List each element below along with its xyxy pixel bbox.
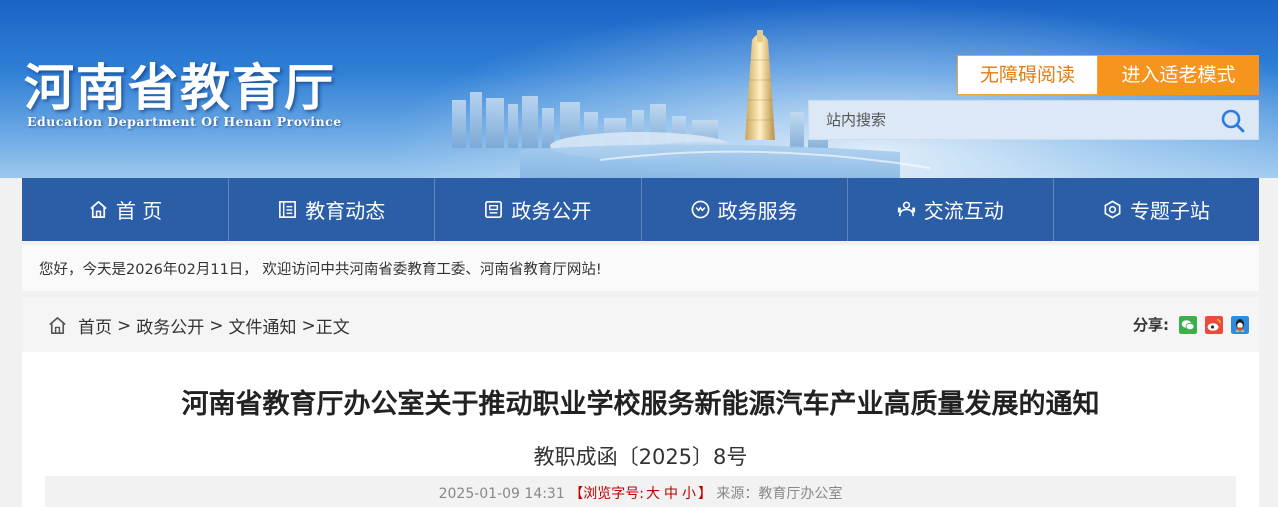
qq-icon[interactable] [1231,315,1249,334]
article-document-number: 教职成函〔2025〕8号 [533,445,748,469]
breadcrumb: 首页 > 政务公开 > 文件通知 > 正文 [47,313,350,338]
document-icon [485,201,503,218]
article-datetime: 2025-01-09 14:31 [438,486,565,502]
breadcrumb-separator: > [301,315,316,336]
site-logo-subtitle: Education Department Of Henan Province [27,114,342,129]
site-search-box [808,100,1259,140]
article-source: 来源：教育厅办公室 [716,486,843,502]
wechat-icon[interactable] [1179,315,1197,334]
font-size-label: 【浏览字号: [569,486,644,502]
search-input[interactable] [809,101,1209,139]
breadcrumb-current: 正文 [315,318,350,338]
font-size-control: 【浏览字号: 大中小】 [569,486,716,502]
article-meta-bar: 2025-01-09 14:31 【浏览字号: 大中小】 来源：教育厅办公室 [45,476,1236,507]
nav-item-government-affairs-open[interactable]: 政务公开 [434,178,640,241]
nav-item-special-subsites[interactable]: 专题子站 [1052,178,1259,241]
article-content: 河南省教育厅办公室关于推动职业学校服务新能源汽车产业高质量发展的通知 教职成函〔… [22,352,1259,507]
elder-mode-button[interactable]: 进入适老模式 [1098,55,1259,95]
font-size-medium-button[interactable]: 中 [664,486,678,502]
font-size-label-end: 】 [697,486,712,502]
breadcrumb-bar: 首页 > 政务公开 > 文件通知 > 正文 分享: [22,297,1259,352]
interaction-icon [897,201,915,217]
header-banner: 河南省教育厅 Education Department Of Henan Pro… [0,0,1278,178]
nav-item-interaction[interactable]: 交流互动 [846,178,1053,241]
news-icon [279,201,297,218]
font-size-large-button[interactable]: 大 [646,486,660,502]
breadcrumb-link-home[interactable]: 首页 [78,313,112,338]
site-logo-title[interactable]: 河南省教育厅 [24,48,336,120]
nav-item-label: 首 页 [115,199,163,223]
nav-item-label: 政务服务 [717,199,798,223]
font-size-small-button[interactable]: 小 [682,486,696,502]
subsite-icon [1104,200,1121,219]
nav-item-government-services[interactable]: 政务服务 [640,178,847,241]
article-title: 河南省教育厅办公室关于推动职业学校服务新能源汽车产业高质量发展的通知 [181,389,1100,420]
nav-item-label: 专题子站 [1129,199,1210,223]
breadcrumb-separator: > [209,315,224,336]
nav-item-label: 政务公开 [511,199,592,223]
nav-item-education-news[interactable]: 教育动态 [228,178,434,241]
nav-item-label: 教育动态 [305,199,386,223]
welcome-message: 您好，今天是2026年02月11日， 欢迎访问中共河南省委教育工委、河南省教育厅… [22,245,1259,291]
main-nav: 首 页 教育动态 政务公开 政务服务 交流互动 专题子站 [22,178,1259,241]
breadcrumb-link-government-affairs-open[interactable]: 政务公开 [136,313,204,338]
search-icon[interactable] [1220,108,1246,134]
share-label: 分享: [1133,316,1169,334]
service-icon [691,200,710,219]
share-bar: 分享: [1133,314,1249,335]
home-icon [90,201,107,218]
weibo-icon[interactable] [1205,315,1223,334]
accessibility-reading-button[interactable]: 无障碍阅读 [957,55,1098,95]
home-icon [49,317,66,334]
nav-item-label: 交流互动 [923,199,1004,223]
breadcrumb-separator: > [117,315,132,336]
nav-item-home[interactable]: 首 页 [22,178,228,241]
breadcrumb-link-file-notices[interactable]: 文件通知 [229,313,297,338]
